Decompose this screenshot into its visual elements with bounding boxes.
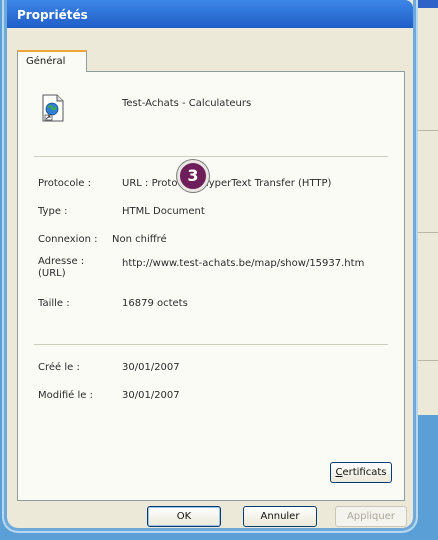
general-tab-panel: Test-Achats - Calculateurs Protocole : U… bbox=[17, 71, 405, 501]
modified-label: Modifié le : bbox=[38, 390, 93, 401]
tab-general-label: Général bbox=[26, 56, 66, 67]
certificates-button[interactable]: Certificats bbox=[330, 462, 392, 483]
created-value: 30/01/2007 bbox=[122, 362, 180, 373]
internet-shortcut-icon bbox=[42, 94, 64, 122]
callout-badge-3: 3 bbox=[177, 160, 209, 192]
size-label: Taille : bbox=[38, 298, 70, 309]
size-value: 16879 octets bbox=[122, 298, 188, 309]
dialog-titlebar[interactable]: Propriétés bbox=[7, 0, 413, 28]
dialog-title: Propriétés bbox=[17, 8, 88, 22]
connection-value: Non chiffré bbox=[112, 234, 167, 245]
connection-label: Connexion : bbox=[38, 234, 98, 245]
address-value: http://www.test-achats.be/map/show/15937… bbox=[122, 258, 365, 269]
address-label-url: (URL) bbox=[38, 268, 66, 279]
file-name: Test-Achats - Calculateurs bbox=[122, 98, 252, 109]
type-label: Type : bbox=[38, 206, 68, 217]
separator bbox=[34, 156, 388, 157]
modified-value: 30/01/2007 bbox=[122, 390, 180, 401]
separator bbox=[34, 344, 388, 345]
properties-dialog: Propriétés Général Test-Achats - Calcula… bbox=[4, 0, 416, 531]
cancel-button[interactable]: Annuler bbox=[243, 506, 317, 527]
apply-button: Appliquer bbox=[335, 506, 407, 527]
protocol-value: URL : Protocole HyperText Transfer (HTTP… bbox=[122, 178, 332, 189]
tab-general[interactable]: Général bbox=[17, 50, 87, 72]
type-value: HTML Document bbox=[122, 206, 205, 217]
address-label: Adresse : bbox=[38, 256, 85, 267]
protocol-label: Protocole : bbox=[38, 178, 91, 189]
ok-button[interactable]: OK bbox=[147, 506, 221, 527]
created-label: Créé le : bbox=[38, 362, 80, 373]
